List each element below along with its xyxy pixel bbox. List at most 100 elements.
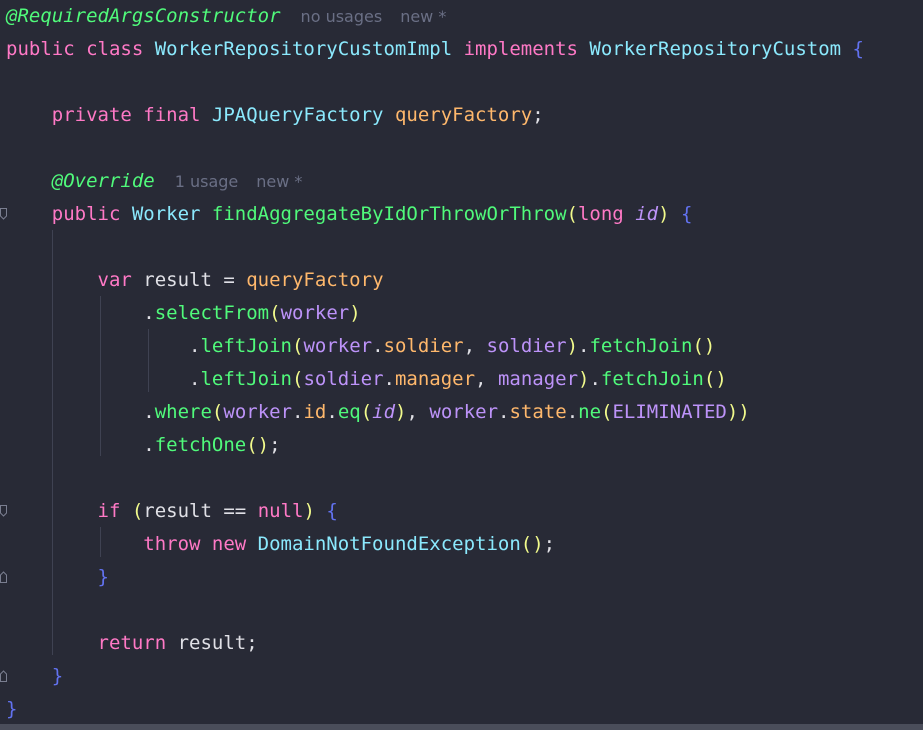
code-token: long <box>577 203 636 225</box>
code-token: fetchJoin <box>589 335 693 357</box>
code-token: ; <box>532 104 544 126</box>
code-token: DomainNotFoundException <box>257 533 521 555</box>
code-token: soldier <box>383 335 464 357</box>
code-token: fetchJoin <box>600 368 704 390</box>
code-token: id <box>372 401 396 423</box>
code-token: () <box>703 368 727 390</box>
code-token: ne <box>578 401 602 423</box>
code-token: . <box>578 335 590 357</box>
code-token: ) <box>566 335 579 357</box>
code-token: implements <box>463 38 590 60</box>
code-token: ( <box>131 500 144 522</box>
code-token: queryFactory <box>394 104 533 126</box>
inlay-hint[interactable]: 1 usage <box>175 172 239 191</box>
code-line[interactable]: throw new DomainNotFoundException(); <box>6 528 555 561</box>
code-token: @RequiredArgsConstructor <box>6 5 281 27</box>
code-token: WorkerRepositoryCustomImpl <box>154 38 464 60</box>
code-token: if <box>6 500 132 522</box>
code-token: , <box>475 368 498 390</box>
code-token: result = <box>143 269 247 291</box>
inlay-hint[interactable]: new * <box>256 172 302 191</box>
code-token: JPAQueryFactory <box>211 104 395 126</box>
fold-marker-icon[interactable] <box>0 505 9 517</box>
code-token: . <box>498 401 510 423</box>
code-line[interactable]: .selectFrom(worker) <box>6 297 361 330</box>
code-line[interactable]: @Override 1 usage new * <box>6 165 303 198</box>
code-token: . <box>566 401 579 423</box>
code-line[interactable]: @RequiredArgsConstructor no usages new * <box>6 0 446 33</box>
code-token: state <box>509 401 567 423</box>
code-token: where <box>154 401 212 423</box>
code-token: { <box>326 500 338 522</box>
code-token: var <box>6 269 144 291</box>
code-line[interactable]: .leftJoin(worker.soldier, soldier).fetch… <box>6 330 715 363</box>
code-token: . <box>6 368 201 390</box>
code-token: id <box>303 401 327 423</box>
code-token: . <box>292 401 304 423</box>
code-token: selectFrom <box>154 302 270 324</box>
code-token: ( <box>566 203 578 225</box>
code-token: ( <box>269 302 281 324</box>
code-token: soldier <box>486 335 567 357</box>
code-line[interactable]: .where(worker.id.eq(id), worker.state.ne… <box>6 396 750 429</box>
code-token: { <box>852 38 864 60</box>
code-line[interactable]: public Worker findAggregateByIdOrThrowOr… <box>6 198 693 231</box>
code-token: worker <box>303 335 373 357</box>
fold-end-marker-icon[interactable] <box>0 571 9 583</box>
code-token: leftJoin <box>200 335 292 357</box>
code-token: private final <box>6 104 212 126</box>
code-token: result == <box>143 500 258 522</box>
code-token: ) <box>658 203 681 225</box>
code-token: . <box>326 401 338 423</box>
code-token: ) <box>303 500 327 522</box>
code-token: . <box>6 302 155 324</box>
code-token: worker <box>280 302 350 324</box>
code-line[interactable]: if (result == null) { <box>6 495 338 528</box>
code-token: return <box>6 632 178 654</box>
code-token: . <box>6 401 155 423</box>
code-token: ) <box>578 368 590 390</box>
code-line[interactable]: } <box>6 693 17 726</box>
code-line[interactable]: var result = queryFactory <box>6 264 384 297</box>
code-token: @Override <box>6 170 155 192</box>
code-token: ; <box>246 632 258 654</box>
code-token: manager <box>394 368 476 390</box>
code-token: fetchOne <box>154 434 247 456</box>
code-token: public <box>6 203 132 225</box>
code-token: manager <box>497 368 579 390</box>
code-line[interactable]: private final JPAQueryFactory queryFacto… <box>6 99 544 132</box>
code-token: public class <box>6 38 155 60</box>
code-token: queryFactory <box>246 269 384 291</box>
code-token: )) <box>726 401 750 423</box>
horizontal-scrollbar[interactable] <box>0 724 923 730</box>
code-token: . <box>372 335 384 357</box>
code-token: Worker <box>131 203 212 225</box>
code-editor[interactable]: @RequiredArgsConstructor no usages new * pu… <box>0 0 923 724</box>
code-token: throw new <box>6 533 258 555</box>
code-token: . <box>383 368 395 390</box>
code-token: findAggregateByIdOrThrowOrThrow <box>211 203 567 225</box>
code-line[interactable]: return result; <box>6 627 258 660</box>
code-token: worker <box>223 401 293 423</box>
fold-marker-icon[interactable] <box>0 208 9 220</box>
inlay-hint[interactable]: no usages <box>301 7 383 26</box>
fold-end-marker-icon[interactable] <box>0 670 9 682</box>
code-token: { <box>680 203 693 225</box>
inlay-hint[interactable]: new * <box>400 7 446 26</box>
code-token: () <box>692 335 716 357</box>
code-token: worker <box>429 401 499 423</box>
code-token: () <box>520 533 544 555</box>
code-token: ( <box>291 368 304 390</box>
code-line[interactable]: .leftJoin(soldier.manager, manager).fetc… <box>6 363 727 396</box>
code-token: ) <box>349 302 361 324</box>
code-line[interactable]: } <box>6 660 63 693</box>
code-token: () <box>246 434 270 456</box>
code-token: id <box>635 203 659 225</box>
code-line[interactable]: .fetchOne(); <box>6 429 280 462</box>
code-token: ( <box>291 335 304 357</box>
code-token: . <box>6 335 201 357</box>
code-token: } <box>6 665 64 687</box>
code-token: ( <box>211 401 224 423</box>
code-line[interactable]: } <box>6 561 109 594</box>
code-line[interactable]: public class WorkerRepositoryCustomImpl … <box>6 33 864 66</box>
